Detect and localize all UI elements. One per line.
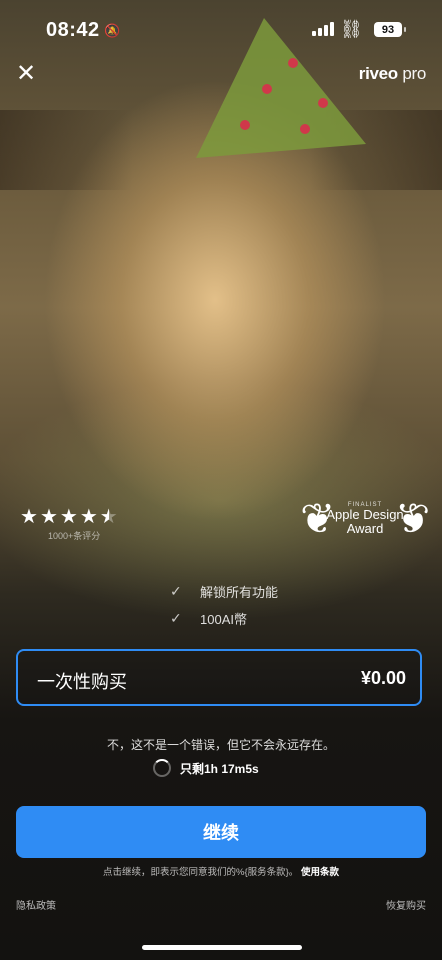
offer-notice: 不，这不是一个错误，但它不会永远存在。 (106, 738, 335, 752)
close-icon[interactable]: ✕ (14, 62, 38, 86)
star-half-icon: ★ (99, 506, 118, 528)
brand-name: riveo (358, 64, 398, 83)
star-icon: ★ (59, 506, 78, 528)
timer-spinner-icon (153, 759, 171, 777)
continue-button[interactable]: 继续 (16, 806, 426, 858)
hat-dot (240, 120, 250, 130)
award-line2: Award (346, 521, 384, 536)
feature-label: 解锁所有功能 (200, 585, 279, 600)
status-bar: 08:42 🔕 ⛓ 93 (0, 0, 442, 60)
battery-icon: 93 (374, 22, 406, 37)
hat-dot (318, 98, 328, 108)
feature-label: 100AI幣 (200, 612, 247, 627)
feature-list: ✓ 解锁所有功能 ✓ 100AI幣 (170, 578, 278, 632)
star-icon: ★ (39, 506, 58, 528)
award-line1: Apple Design (326, 507, 404, 522)
link-icon: ⛓ (340, 19, 363, 39)
terms-notice: 点击继续，即表示您同意我们的%{服务条款}。 使用条款 (0, 864, 442, 878)
status-time: 08:42 (46, 19, 100, 41)
brand-logo: riveo pro (358, 64, 427, 84)
check-icon: ✓ (170, 610, 182, 626)
award-badge: ❦ ❦ FINALIST Apple Design Award (300, 494, 430, 544)
star-icon: ★ (79, 506, 98, 528)
feature-item: ✓ 100AI幣 (170, 605, 278, 632)
check-icon: ✓ (170, 583, 182, 599)
privacy-policy-link[interactable]: 隐私政策 (16, 897, 56, 912)
rating-count: 1000+条评分 (48, 531, 101, 541)
plan-option-lifetime[interactable]: 一次性购买 ¥0.00 (16, 649, 422, 706)
home-indicator (142, 945, 302, 950)
brand-tier: pro (402, 64, 426, 83)
terms-link[interactable]: 使用条款 (301, 867, 339, 878)
hat-dot (262, 84, 272, 94)
countdown: 只剩1h 17m5s (153, 759, 259, 777)
signal-icon (312, 22, 334, 36)
plan-name: 一次性购买 (37, 672, 127, 692)
plan-price: ¥0.00 (360, 668, 406, 688)
countdown-text: 只剩1h 17m5s (180, 761, 259, 776)
star-rating: ★ ★ ★ ★ ★ (20, 506, 118, 528)
feature-item: ✓ 解锁所有功能 (170, 578, 278, 605)
hat-dot (300, 124, 310, 134)
star-icon: ★ (20, 506, 38, 528)
terms-prefix: 点击继续，即表示您同意我们的%{服务条款}。 (103, 867, 299, 878)
bell-muted-icon: 🔕 (104, 23, 121, 38)
rating: ★ ★ ★ ★ ★ 1000+条评分 (20, 506, 118, 542)
restore-purchase-link[interactable]: 恢复购买 (386, 897, 426, 912)
